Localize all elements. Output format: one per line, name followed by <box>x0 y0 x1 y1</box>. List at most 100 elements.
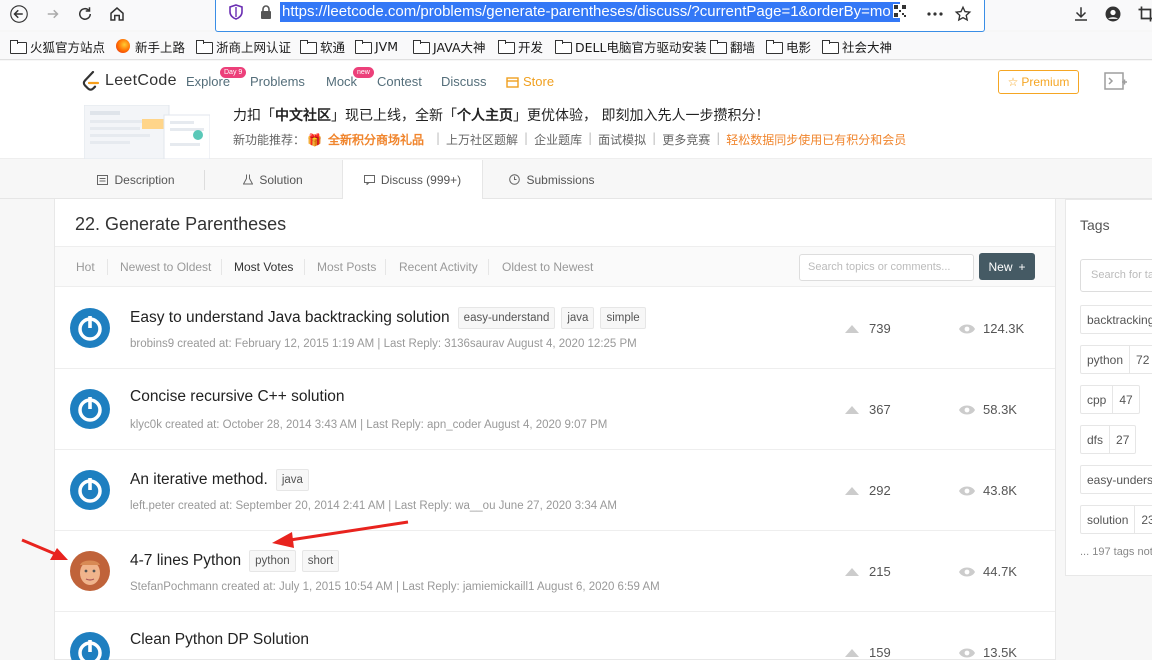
bookmark-item[interactable]: 电影 <box>766 37 811 55</box>
back-arrow-icon <box>10 5 28 23</box>
topic-meta: klyc0k created at: October 28, 2014 3:43… <box>130 419 608 431</box>
topic-title[interactable]: An iterative method. <box>130 471 268 489</box>
view-count: 43.8K <box>959 483 1017 498</box>
nav-problems[interactable]: Problems <box>250 74 305 89</box>
topic-tag[interactable]: easy-understand <box>457 307 556 329</box>
screenshot-button[interactable] <box>1134 2 1152 26</box>
url-bar[interactable]: https://leetcode.com/problems/generate-p… <box>215 0 985 32</box>
sidebar-tag[interactable]: dfs 27 <box>1080 425 1137 454</box>
page-title: 22. Generate Parentheses <box>75 214 287 234</box>
forward-button[interactable] <box>40 1 66 27</box>
bookmark-item[interactable]: 火狐官方站点 <box>10 37 105 55</box>
store-icon <box>506 76 519 88</box>
banner-links: 新功能推荐： 🎁 全新积分商场礼品 | 上万社区题解 | 企业题库 | 面试模拟 … <box>233 131 912 148</box>
nav-mock[interactable]: Mock <box>326 74 357 89</box>
bookmark-item[interactable]: 翻墙 <box>710 37 755 55</box>
premium-button[interactable]: ☆ Premium <box>998 70 1079 94</box>
downloads-button[interactable] <box>1069 2 1093 26</box>
banner-link-gift[interactable]: 🎁 全新积分商场礼品 <box>305 131 436 148</box>
sidebar-tag[interactable]: cpp 47 <box>1080 385 1140 414</box>
bookmark-item[interactable]: 社会大神 <box>822 37 892 55</box>
sort-recent-activity[interactable]: Recent Activity <box>399 260 478 274</box>
sort-hot[interactable]: Hot <box>76 260 95 274</box>
topic-row[interactable]: Clean Python DP Solution 159 13.5K <box>55 612 1055 660</box>
playground-icon[interactable] <box>1104 72 1128 92</box>
sort-oldest[interactable]: Oldest to Newest <box>502 260 593 274</box>
banner-link-sync[interactable]: 轻松数据同步使用已有积分和会员 <box>720 131 912 148</box>
nav-store[interactable]: Store <box>506 74 554 89</box>
caret-up-icon <box>845 648 859 657</box>
topic-row[interactable]: An iterative method. java left.peter cre… <box>55 450 1055 531</box>
sidebar-tag[interactable]: easy-understand <box>1080 465 1152 494</box>
tags-sidebar: Tags Search for tags backtracking python… <box>1065 199 1152 576</box>
banner-link-solutions[interactable]: 上万社区题解 <box>440 131 524 148</box>
back-button[interactable] <box>6 1 32 27</box>
bookmark-item[interactable]: JAVA大神 <box>413 37 486 55</box>
tab-description[interactable]: Description <box>68 160 204 199</box>
qr-code-icon[interactable] <box>893 4 907 18</box>
more-actions-button[interactable] <box>923 2 947 26</box>
url-text[interactable]: https://leetcode.com/problems/generate-p… <box>280 2 900 22</box>
sort-most-posts[interactable]: Most Posts <box>317 260 376 274</box>
topic-title[interactable]: Clean Python DP Solution <box>130 631 309 649</box>
topic-row[interactable]: Easy to understand Java backtracking sol… <box>55 288 1055 369</box>
topic-meta: left.peter created at: September 20, 201… <box>130 500 617 512</box>
vote-count: 367 <box>845 402 891 417</box>
lock-icon[interactable] <box>258 4 274 20</box>
bookmark-item[interactable]: DELL电脑官方驱动安装 <box>555 37 706 55</box>
bookmark-item[interactable]: 新手上路 <box>116 37 185 55</box>
reload-button[interactable] <box>72 1 98 27</box>
topic-tag[interactable]: java <box>275 469 309 491</box>
topic-title[interactable]: Concise recursive C++ solution <box>130 388 345 406</box>
leetcode-logo[interactable]: LeetCode <box>82 71 177 91</box>
reload-icon <box>79 7 91 20</box>
tracking-shield-icon[interactable] <box>228 4 244 20</box>
description-icon <box>97 174 109 185</box>
topic-title[interactable]: Easy to understand Java backtracking sol… <box>130 309 450 327</box>
eye-icon <box>959 648 975 657</box>
banner-link-interview[interactable]: 面试模拟 <box>592 131 652 148</box>
tab-discuss[interactable]: Discuss (999+) <box>342 160 483 200</box>
sidebar-tag[interactable]: solution23 <box>1080 505 1152 534</box>
view-count: 44.7K <box>959 564 1017 579</box>
banner-link-contest[interactable]: 更多竞赛 <box>656 131 716 148</box>
sidebar-tag[interactable]: python 72 <box>1080 345 1152 374</box>
topic-title[interactable]: 4-7 lines Python <box>130 552 241 570</box>
new-topic-button[interactable]: New + <box>979 253 1035 280</box>
search-topics-input[interactable]: Search topics or comments... <box>799 254 974 281</box>
topic-tag[interactable]: python <box>249 550 296 572</box>
tab-submissions[interactable]: Submissions <box>484 160 620 199</box>
nav-contest[interactable]: Contest <box>377 74 422 89</box>
tab-solution[interactable]: Solution <box>205 160 341 199</box>
vote-count: 739 <box>845 321 891 336</box>
explore-badge: Day 9 <box>220 67 247 78</box>
plus-icon: + <box>1018 259 1026 274</box>
leetcode-logo-icon <box>82 71 100 91</box>
discuss-icon <box>363 175 375 185</box>
tag-search-input[interactable]: Search for tags <box>1080 259 1152 292</box>
sort-most-votes[interactable]: Most Votes <box>234 260 293 274</box>
avatar <box>70 308 110 348</box>
bookmark-item[interactable]: 浙商上网认证 <box>196 37 291 55</box>
bookmark-item[interactable]: JVM <box>355 37 398 55</box>
topic-tag[interactable]: java <box>561 307 595 329</box>
banner-link-company[interactable]: 企业题库 <box>528 131 588 148</box>
sort-newest[interactable]: Newest to Oldest <box>120 260 211 274</box>
eye-icon <box>959 486 975 495</box>
bookmarks-bar: 火狐官方站点 新手上路 浙商上网认证 软通 JVM JAVA大神 开发 DELL… <box>0 32 1152 60</box>
nav-discuss[interactable]: Discuss <box>441 74 487 89</box>
topic-row[interactable]: Concise recursive C++ solution klyc0k cr… <box>55 369 1055 450</box>
topic-row[interactable]: 4-7 lines Python python short StefanPoch… <box>55 531 1055 612</box>
folder-icon <box>710 40 727 54</box>
topic-tag[interactable]: simple <box>600 307 646 329</box>
home-button[interactable] <box>104 1 130 27</box>
bookmark-item[interactable]: 软通 <box>300 37 345 55</box>
bookmark-star-button[interactable] <box>951 2 975 26</box>
topic-tag[interactable]: short <box>301 550 340 572</box>
account-button[interactable] <box>1101 2 1125 26</box>
folder-icon <box>498 40 515 54</box>
bookmark-item[interactable]: 开发 <box>498 37 543 55</box>
sort-bar: Hot Newest to Oldest Most Votes Most Pos… <box>55 246 1055 287</box>
sidebar-tag[interactable]: backtracking <box>1080 305 1152 334</box>
folder-icon <box>822 40 839 54</box>
